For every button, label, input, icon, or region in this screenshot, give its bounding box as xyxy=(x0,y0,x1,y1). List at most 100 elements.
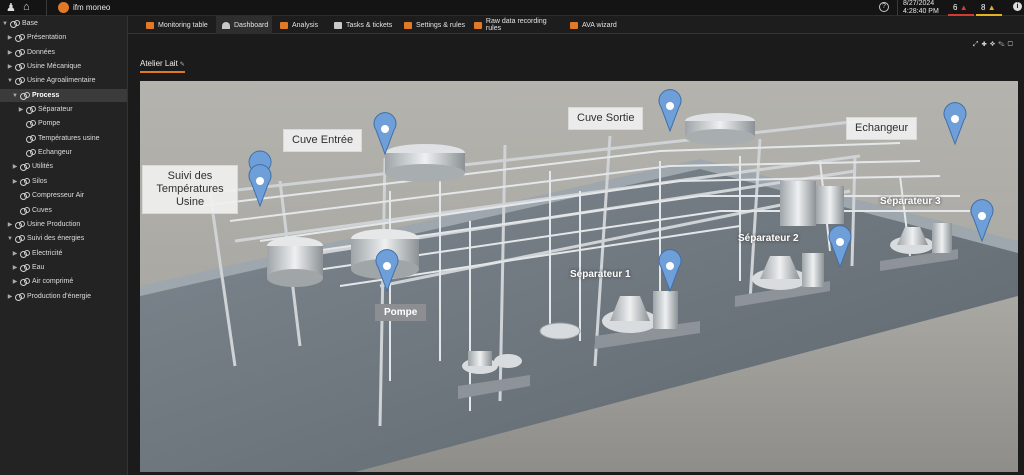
label-suivi-temperatures[interactable]: Suivi des Températures Usine xyxy=(142,165,238,214)
sidebar-tree: ▼ Base ▶ Présentation ▶ Données ▶ Usine Méca… xyxy=(0,16,128,475)
tank-cuve-entree xyxy=(385,144,465,182)
tree-item-label: Usine Mécanique xyxy=(27,63,82,70)
tree-item-label: Eau xyxy=(32,264,45,271)
chevron-right-icon[interactable]: ▶ xyxy=(6,293,14,300)
node-icon xyxy=(20,177,30,186)
chevron-right-icon[interactable]: ▶ xyxy=(11,250,19,257)
node-icon xyxy=(20,277,30,286)
chevron-right-icon[interactable]: ▶ xyxy=(6,63,14,70)
tree-item-label: Utilités xyxy=(32,163,54,170)
dashboard-title: Atelier Lait xyxy=(140,59,178,68)
node-icon xyxy=(15,220,25,229)
chevron-right-icon[interactable]: ▶ xyxy=(11,264,19,271)
alarm-counter[interactable]: 6 ▲ xyxy=(948,0,974,16)
user-icon[interactable]: ♟ xyxy=(6,1,16,14)
label-echangeur[interactable]: Echangeur xyxy=(846,117,918,140)
pin-icon[interactable]: ❖ xyxy=(990,41,999,48)
warning-icon: ▲ xyxy=(987,3,996,12)
chevron-right-icon[interactable]: ▶ xyxy=(6,49,14,56)
tree-item-usine-agroalimentaire[interactable]: ▼ Usine Agroalimentaire xyxy=(0,74,127,87)
tree-item-process[interactable]: ▼ Process xyxy=(0,89,127,102)
tab-monitoring-table[interactable]: Monitoring table xyxy=(140,16,218,34)
node-icon xyxy=(26,148,36,157)
tree-item-label: Process xyxy=(32,92,60,99)
tree-item-echangeur[interactable]: Echangeur xyxy=(0,146,127,159)
recording-icon xyxy=(474,21,482,29)
label-separateur-1[interactable]: Séparateur 1 xyxy=(570,269,631,280)
chevron-down-icon[interactable]: ▼ xyxy=(11,93,19,99)
tab-settings-rules[interactable]: Settings & rules xyxy=(398,16,468,34)
tree-item-eau[interactable]: ▶ Eau xyxy=(0,261,127,274)
node-icon xyxy=(15,33,25,42)
label-separateur-2[interactable]: Séparateur 2 xyxy=(738,233,799,244)
tree-item-presentation[interactable]: ▶ Présentation xyxy=(0,31,127,44)
time: 4:28:40 PM xyxy=(903,8,939,15)
tree-item-base[interactable]: ▼ Base xyxy=(0,17,127,30)
chevron-right-icon[interactable]: ▶ xyxy=(11,163,19,170)
tree-item-donnees[interactable]: ▶ Données xyxy=(0,46,127,59)
help-icon[interactable]: ? xyxy=(879,2,889,12)
chevron-down-icon[interactable]: ▼ xyxy=(1,21,9,27)
tree-item-separateur[interactable]: ▶ Séparateur xyxy=(0,103,127,116)
tank-left xyxy=(267,237,323,287)
tab-ava-wizard[interactable]: AVA wizard xyxy=(564,16,624,34)
tab-label: Monitoring table xyxy=(158,21,208,29)
edit-icon[interactable]: ✎ xyxy=(180,62,185,68)
label-cuve-entree[interactable]: Cuve Entrée xyxy=(283,129,363,152)
warning-counter[interactable]: 8 ▲ xyxy=(976,0,1002,16)
add-icon[interactable]: ✚ xyxy=(981,41,989,48)
tree-item-air-comprime[interactable]: ▶ Air comprimé xyxy=(0,275,127,288)
tree-item-label: Compresseur Air xyxy=(32,192,85,199)
tree-item-compresseur-air[interactable]: Compresseur Air xyxy=(0,189,127,202)
tree-item-pompe[interactable]: Pompe xyxy=(0,117,127,130)
label-separateur-3[interactable]: Séparateur 3 xyxy=(880,196,941,207)
tab-analysis[interactable]: Analysis xyxy=(274,16,326,34)
delete-icon[interactable]: ▢ xyxy=(1008,41,1016,48)
tree-item-label: Electricité xyxy=(32,250,63,257)
app-logo-icon xyxy=(58,2,69,13)
tree-item-production-energie[interactable]: ▶ Production d'énergie xyxy=(0,290,127,303)
tree-item-suivi-energies[interactable]: ▼ Suivi des énergies xyxy=(0,232,127,245)
tree-item-utilites[interactable]: ▶ Utilités xyxy=(0,160,127,173)
tree-item-usine-mecanique[interactable]: ▶ Usine Mécanique xyxy=(0,60,127,73)
chevron-right-icon[interactable]: ▶ xyxy=(6,221,14,228)
tree-item-usine-production[interactable]: ▶ Usine Production xyxy=(0,218,127,231)
tree-item-electricite[interactable]: ▶ Electricité xyxy=(0,247,127,260)
warning-count: 8 xyxy=(981,3,986,12)
alarm-count: 6 xyxy=(953,3,958,12)
node-icon xyxy=(26,119,36,128)
tab-label: Tasks & tickets xyxy=(346,21,393,29)
dashboard-tab-atelier-lait[interactable]: Atelier Lait ✎ xyxy=(140,59,185,73)
divider xyxy=(46,0,47,16)
analysis-icon xyxy=(280,21,288,29)
tab-label: Analysis xyxy=(292,21,319,29)
tab-dashboard[interactable]: Dashboard xyxy=(216,16,272,34)
info-icon[interactable]: i xyxy=(1013,2,1022,11)
tree-item-silos[interactable]: ▶ Silos xyxy=(0,175,127,188)
tree-item-label: Air comprimé xyxy=(32,278,74,285)
tree-item-cuves[interactable]: Cuves xyxy=(0,204,127,217)
tab-bar: Monitoring table Dashboard Analysis Task… xyxy=(128,16,1024,34)
label-cuve-sortie[interactable]: Cuve Sortie xyxy=(568,107,644,130)
chevron-down-icon[interactable]: ▼ xyxy=(6,236,14,242)
chevron-right-icon[interactable]: ▶ xyxy=(11,178,19,185)
chevron-down-icon[interactable]: ▼ xyxy=(6,78,14,84)
tasks-icon xyxy=(334,21,342,29)
dashboard-panel: ⤢✚❖✎▢ Atelier Lait ✎ Suivi des Températu… xyxy=(134,35,1024,475)
tree-item-temperatures-usine[interactable]: Températures usine xyxy=(0,132,127,145)
tree-item-label: Base xyxy=(22,20,38,27)
chevron-right-icon[interactable]: ▶ xyxy=(11,278,19,285)
node-icon xyxy=(10,19,20,28)
node-icon xyxy=(26,134,36,143)
label-pompe[interactable]: Pompe xyxy=(375,304,427,321)
tree-item-label: Silos xyxy=(32,178,48,185)
chevron-right-icon[interactable]: ▶ xyxy=(17,106,25,113)
tab-raw-data-recording-rules[interactable]: Raw data recording rules xyxy=(468,16,563,34)
edit-icon[interactable]: ✎ xyxy=(998,41,1007,48)
plant-visualization: Suivi des Températures Usine Cuve Entrée… xyxy=(140,81,1018,472)
tab-tasks-tickets[interactable]: Tasks & tickets xyxy=(328,16,398,34)
node-icon xyxy=(20,162,30,171)
node-icon xyxy=(15,48,25,57)
chevron-right-icon[interactable]: ▶ xyxy=(6,34,14,41)
home-icon[interactable]: ⌂ xyxy=(23,1,30,13)
